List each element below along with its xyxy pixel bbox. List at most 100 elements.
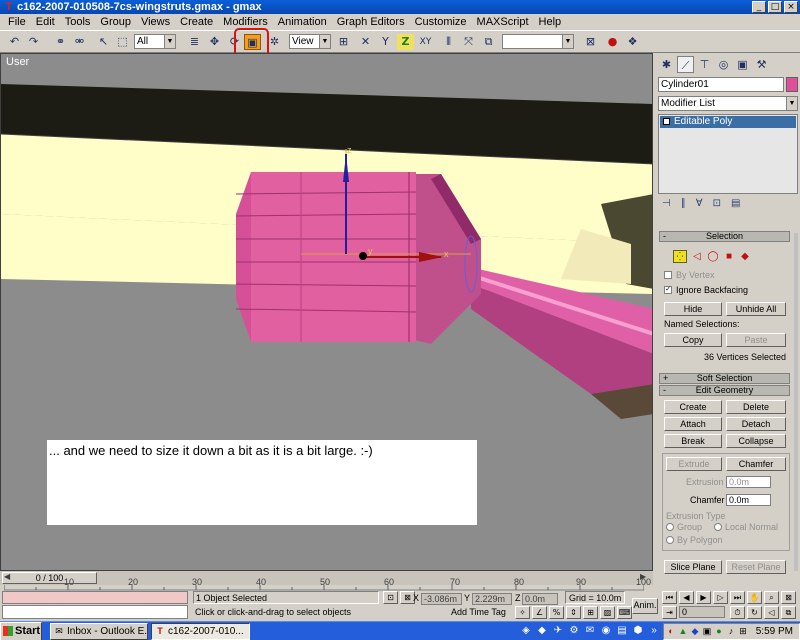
taskbar-clock[interactable]: 5:59 PM — [756, 624, 793, 639]
collapse-button[interactable]: Collapse — [726, 434, 786, 448]
minimize-button[interactable]: _ — [752, 1, 766, 13]
quicklaunch-icon-8[interactable]: ⬢ — [632, 624, 644, 638]
tray-icon-1[interactable]: ◐ — [666, 626, 676, 637]
command-panel-scrollbar[interactable] — [794, 233, 798, 571]
group-radio[interactable] — [666, 523, 674, 531]
selection-rollout-header[interactable]: - Selection — [659, 231, 790, 242]
region-select-icon[interactable]: ⬚ — [114, 34, 131, 50]
break-button[interactable]: Break — [664, 434, 722, 448]
volume-icon[interactable]: ♪ — [726, 626, 736, 637]
maximize-button[interactable]: □ — [768, 1, 782, 13]
reset-plane-button[interactable]: Reset Plane — [726, 560, 786, 574]
paste-button[interactable]: Paste — [726, 333, 786, 347]
x-coord-field[interactable]: -3.086m — [421, 593, 462, 605]
border-icon[interactable]: ◯ — [707, 250, 719, 263]
menu-help[interactable]: Help — [534, 14, 567, 30]
menu-create[interactable]: Create — [175, 14, 218, 30]
utilities-tab-icon[interactable]: ⚒ — [753, 56, 770, 73]
render-icon[interactable]: ● — [604, 34, 621, 50]
keyboard-shortcut-icon[interactable]: ⌨ — [617, 606, 632, 619]
tray-icon-5[interactable]: ● — [714, 626, 724, 637]
zoom-icon[interactable]: ⌕ — [764, 591, 779, 604]
menu-animation[interactable]: Animation — [273, 14, 332, 30]
menu-tools[interactable]: Tools — [60, 14, 96, 30]
quicklaunch-icon-3[interactable]: ✈ — [552, 624, 564, 638]
stack-item-editable-poly[interactable]: Editable Poly — [660, 116, 796, 128]
pan-icon[interactable]: ✋ — [747, 591, 762, 604]
snap-icon[interactable]: ⧉ — [480, 34, 497, 50]
slice-plane-button[interactable]: Slice Plane — [664, 560, 722, 574]
reference-coordinate-dropdown[interactable]: View ▼ — [289, 34, 331, 49]
degradation-override-icon[interactable]: ⊞ — [583, 606, 598, 619]
create-button[interactable]: Create — [664, 400, 722, 414]
quicklaunch-icon-2[interactable]: ◆ — [536, 624, 548, 638]
element-icon[interactable]: ◆ — [739, 250, 751, 263]
restrict-xy-button[interactable]: XY — [417, 34, 434, 50]
quicklaunch-icon-4[interactable]: ⚙ — [568, 624, 580, 638]
modify-tab-icon[interactable]: ⟋ — [677, 56, 694, 73]
select-link-icon[interactable]: ⚭ — [52, 34, 69, 50]
menu-group[interactable]: Group — [95, 14, 136, 30]
quicklaunch-icon-1[interactable]: ◈ — [520, 624, 532, 638]
go-to-start-icon[interactable]: ⏮ — [662, 591, 677, 604]
delete-button[interactable]: Delete — [726, 400, 786, 414]
object-name-input[interactable]: Cylinder01 — [658, 77, 784, 92]
create-tab-icon[interactable]: ✱ — [658, 56, 675, 73]
by-vertex-checkbox[interactable] — [664, 271, 672, 279]
menu-maxscript[interactable]: MAXScript — [472, 14, 534, 30]
mirror-icon[interactable]: ⫴ — [440, 34, 457, 50]
viewport-label[interactable]: User — [6, 56, 29, 68]
extrude-button[interactable]: Extrude — [666, 457, 722, 471]
copy-button[interactable]: Copy — [664, 333, 722, 347]
y-coord-field[interactable]: 2.229m — [472, 593, 512, 605]
chamfer-spinner[interactable]: 0.0m — [726, 494, 771, 506]
tray-icon-2[interactable]: ▲ — [678, 626, 688, 637]
edge-icon[interactable]: ◁ — [691, 250, 703, 263]
play-icon[interactable]: ▶ — [696, 591, 711, 604]
extrusion-spinner[interactable]: 0.0m — [726, 476, 771, 488]
maxscript-output[interactable] — [2, 605, 188, 619]
pivot-center-icon[interactable]: ⊞ — [335, 34, 352, 50]
network-icon[interactable]: ⊞ — [738, 626, 748, 637]
animate-button[interactable]: Anim. — [632, 598, 658, 614]
select-by-name-icon[interactable]: ≣ — [186, 34, 203, 50]
unhide-all-button[interactable]: Unhide All — [726, 302, 786, 316]
make-unique-icon[interactable]: ∀ — [696, 198, 703, 214]
maximize-viewport-icon[interactable]: ⧉ — [781, 606, 796, 619]
object-color-swatch[interactable] — [786, 77, 798, 92]
time-slider-thumb[interactable]: 0 / 100 — [2, 572, 97, 584]
quicklaunch-icon-7[interactable]: ▤ — [616, 624, 628, 638]
pin-stack-icon[interactable]: ⊣ — [662, 198, 671, 214]
restrict-x-icon[interactable]: ✕ — [357, 34, 374, 50]
modifier-list-dropdown[interactable]: Modifier List ▼ — [658, 96, 798, 111]
soft-selection-rollout-header[interactable]: + Soft Selection — [659, 373, 790, 384]
select-object-icon[interactable]: ↖ — [95, 34, 112, 50]
quicklaunch-chevron-icon[interactable]: » — [648, 624, 660, 638]
field-of-view-icon[interactable]: ◁ — [764, 606, 779, 619]
hierarchy-tab-icon[interactable]: ⊤ — [696, 56, 713, 73]
selection-filter-dropdown[interactable]: All ▼ — [134, 34, 176, 49]
spinner-snap-icon[interactable]: ⇕ — [566, 606, 581, 619]
current-frame-field[interactable]: 0 — [679, 606, 725, 618]
menu-edit[interactable]: Edit — [31, 14, 60, 30]
maxscript-listener-input[interactable] — [2, 591, 188, 604]
key-mode-icon[interactable]: ⇥ — [662, 606, 677, 619]
time-config-icon[interactable]: ⏱ — [730, 606, 745, 619]
go-to-end-icon[interactable]: ⏭ — [730, 591, 745, 604]
display-tab-icon[interactable]: ▣ — [734, 56, 751, 73]
start-button[interactable]: Start — [0, 622, 42, 640]
by-polygon-radio[interactable] — [666, 536, 674, 544]
polygon-icon[interactable]: ■ — [723, 250, 735, 263]
arrow-left-icon[interactable]: ◀ — [4, 572, 10, 581]
tray-icon-3[interactable]: ◆ — [690, 626, 700, 637]
task-gmax[interactable]: T c162-2007-010... — [151, 623, 250, 640]
edit-geometry-rollout-header[interactable]: - Edit Geometry — [659, 385, 790, 396]
undo-icon[interactable]: ↶ — [6, 34, 23, 50]
lock-selection-icon[interactable]: ⊡ — [383, 591, 398, 604]
hide-button[interactable]: Hide — [664, 302, 722, 316]
detach-button[interactable]: Detach — [726, 417, 786, 431]
window-crossing-icon[interactable]: ▨ — [600, 606, 615, 619]
quicklaunch-icon-5[interactable]: ✉ — [584, 624, 596, 638]
move-icon[interactable]: ✥ — [206, 34, 223, 50]
vertex-icon[interactable]: ⁛ — [673, 250, 687, 263]
